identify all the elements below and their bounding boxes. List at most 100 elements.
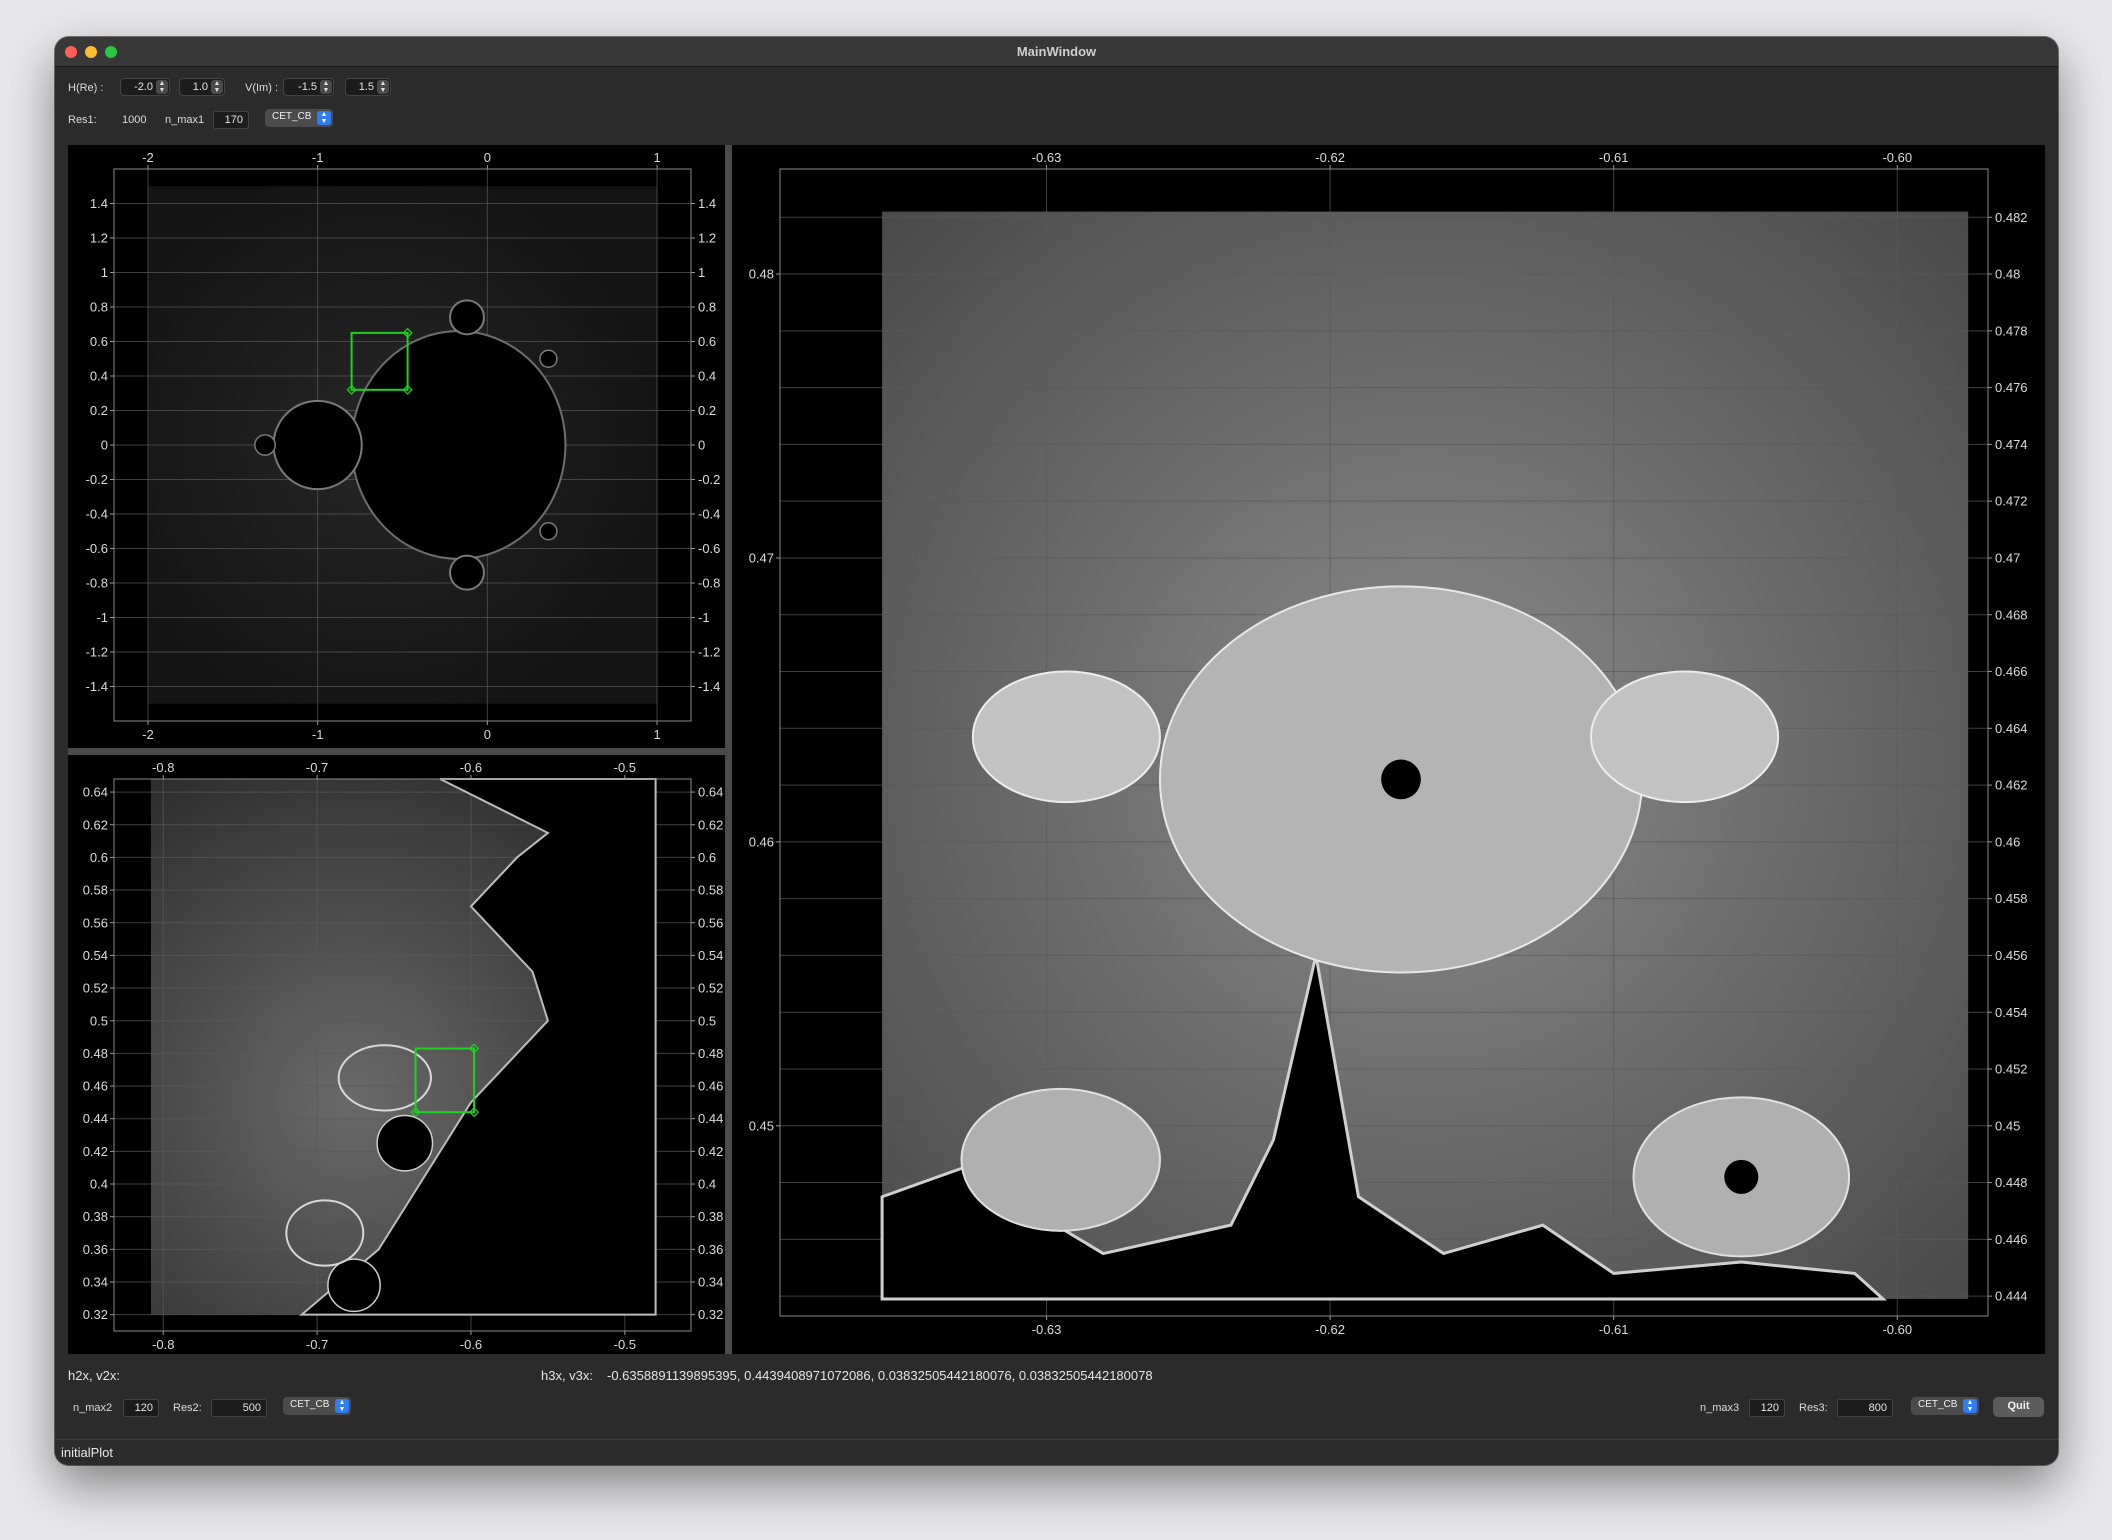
y-tick-label-right: 0.476 (1995, 380, 2028, 395)
y-tick-label-right: 0.8 (698, 300, 716, 315)
zoom1-plot-panel[interactable]: -0.8 -0.8 -0.7 -0.7 -0.6 -0.6 -0.5 -0.5 0.64 0.62… (68, 755, 725, 1354)
y-tick-label-right: 0.54 (698, 948, 723, 963)
v-min-spinbox[interactable]: -1.5 ▲ ▼ (283, 78, 334, 96)
x-tick-label-top: -0.5 (614, 760, 636, 775)
fractal-region (254, 434, 276, 456)
fractal-region (960, 1087, 1161, 1232)
spin-arrows-icon[interactable]: ▲ ▼ (211, 80, 223, 94)
y-tick-label-right: 0.32 (698, 1307, 723, 1322)
y-tick-label-right: 0.4 (698, 1177, 716, 1192)
y-tick-label-left: -0.6 (86, 541, 108, 556)
y-tick-label-right: 0.482 (1995, 210, 2028, 225)
h-max-spinbox[interactable]: 1.0 ▲ ▼ (179, 78, 225, 96)
y-tick-label-right: 0.2 (698, 403, 716, 418)
y-tick-label-right: 0.62 (698, 817, 723, 832)
y-tick-label-right: 0.446 (1995, 1232, 2028, 1247)
x-tick-label-top: -2 (142, 150, 154, 165)
zoom2-plot-panel[interactable]: -0.63 -0.63 -0.62 -0.62 -0.61 -0.61 -0.60 -0.60… (732, 145, 2045, 1354)
main-window: MainWindow H(Re) : -2.0 ▲ ▼ 1.0 ▲ ▼ V(Im) … (55, 37, 2058, 1465)
y-tick-label-left: 0.34 (83, 1275, 108, 1290)
v-range-label: V(Im) : (245, 82, 278, 94)
x-tick-label-bottom: -0.63 (1032, 1322, 1062, 1337)
y-tick-label-right: 1.2 (698, 231, 716, 246)
h-max-value: 1.0 (192, 81, 208, 93)
x-tick-label-bottom: -0.8 (152, 1337, 174, 1352)
y-tick-label-left: 0.6 (90, 850, 108, 865)
spin-arrows-icon[interactable]: ▲ ▼ (320, 80, 332, 94)
x-tick-label-top: -0.6 (460, 760, 482, 775)
y-tick-label-right: 0.36 (698, 1242, 723, 1257)
x-tick-label-bottom: -0.60 (1882, 1322, 1912, 1337)
x-tick-label-bottom: -0.62 (1315, 1322, 1345, 1337)
y-tick-label-left: 0 (101, 438, 108, 453)
h-min-spinbox[interactable]: -2.0 ▲ ▼ (120, 78, 170, 96)
y-tick-label-right: -0.2 (698, 472, 720, 487)
mandelbrot-zoom2-plot[interactable]: -0.63 -0.63 -0.62 -0.62 -0.61 -0.61 -0.60 -0.60… (732, 145, 2045, 1354)
y-tick-label-right: 0.462 (1995, 778, 2028, 793)
res2-label: Res2: (173, 1402, 202, 1414)
y-tick-label-left: 1.4 (90, 196, 108, 211)
colormap2-value: CET_CB (290, 1399, 330, 1410)
chevron-updown-icon: ▲ ▼ (317, 111, 331, 125)
y-tick-label-left: 0.52 (83, 981, 108, 996)
chevron-updown-icon: ▲ ▼ (1963, 1399, 1977, 1413)
y-tick-label-right: 0.44 (698, 1111, 723, 1126)
y-tick-label-left: 1.2 (90, 231, 108, 246)
mandelbrot-zoom1-plot[interactable]: -0.8 -0.8 -0.7 -0.7 -0.6 -0.6 -0.5 -0.5 0.64 0.62… (68, 755, 725, 1354)
y-tick-label-right: 0.38 (698, 1209, 723, 1224)
chevron-updown-icon: ▲ ▼ (335, 1399, 349, 1413)
fractal-region (449, 554, 485, 591)
y-tick-label-right: 0.34 (698, 1275, 723, 1290)
y-tick-label-right: -0.6 (698, 541, 720, 556)
y-tick-label-right: 0.46 (1995, 834, 2020, 849)
y-tick-label-left: 0.2 (90, 403, 108, 418)
colormap2-select[interactable]: CET_CB ▲ ▼ (283, 1397, 351, 1415)
y-tick-label-left: 1 (101, 265, 108, 280)
y-tick-label-right: 0.42 (698, 1144, 723, 1159)
x-tick-label-top: -0.61 (1599, 150, 1629, 165)
y-tick-label-left: 0.64 (83, 785, 108, 800)
y-tick-label-right: -0.4 (698, 507, 720, 522)
y-tick-label-right: 0.47 (1995, 551, 2020, 566)
spin-arrows-icon[interactable]: ▲ ▼ (156, 80, 168, 94)
x-tick-label-top: 1 (653, 150, 660, 165)
nmax2-label: n_max2 (73, 1402, 113, 1414)
quit-button[interactable]: Quit (1993, 1397, 2044, 1417)
fractal-region (539, 349, 558, 368)
y-tick-label-right: 0.64 (698, 785, 723, 800)
colormap1-value: CET_CB (272, 111, 312, 122)
colormap1-select[interactable]: CET_CB ▲ ▼ (265, 109, 333, 127)
nmax1-input[interactable]: 170 (213, 111, 249, 129)
mandelbrot-overview-plot[interactable]: -2 -2 -1 -1 0 0 1 1 1.4 1.2 1 0.8 0.6 0.4 0.2 0 -0.2 -0.4… (68, 145, 725, 748)
y-tick-label-right: 0.45 (1995, 1118, 2020, 1133)
fractal-region (1590, 670, 1780, 804)
y-tick-label-right: 0.56 (698, 915, 723, 930)
nmax3-input[interactable]: 120 (1749, 1399, 1785, 1417)
fractal-region (539, 522, 558, 541)
nmax2-input[interactable]: 120 (123, 1399, 159, 1417)
fractal-region (1381, 759, 1421, 800)
h-range-label: H(Re) : (68, 82, 104, 94)
y-tick-label-right: 0.478 (1995, 323, 2028, 338)
y-tick-label-right: 0.48 (698, 1046, 723, 1061)
y-tick-label-right: 0.458 (1995, 891, 2028, 906)
res2-input[interactable]: 500 (211, 1399, 267, 1417)
y-tick-label-left: -1 (96, 610, 108, 625)
y-tick-label-right: 0.472 (1995, 494, 2028, 509)
colormap3-select[interactable]: CET_CB ▲ ▼ (1911, 1397, 1979, 1415)
status-bar: initialPlot (55, 1439, 2058, 1465)
vertical-splitter[interactable] (725, 145, 732, 1354)
x-tick-label-bottom: -0.6 (460, 1337, 482, 1352)
horizontal-splitter[interactable] (68, 748, 725, 755)
y-tick-label-right: 0.468 (1995, 607, 2028, 622)
v-max-spinbox[interactable]: 1.5 ▲ ▼ (345, 78, 391, 96)
y-tick-label-left: 0.8 (90, 300, 108, 315)
fractal-region (1724, 1159, 1759, 1194)
h-min-value: -2.0 (134, 81, 153, 93)
y-tick-label-left: 0.54 (83, 948, 108, 963)
nmax3-label: n_max3 (1700, 1402, 1740, 1414)
spin-arrows-icon[interactable]: ▲ ▼ (377, 80, 389, 94)
res3-input[interactable]: 800 (1837, 1399, 1893, 1417)
y-tick-label-right: -0.8 (698, 576, 720, 591)
overview-plot-panel[interactable]: -2 -2 -1 -1 0 0 1 1 1.4 1.2 1 0.8 0.6 0.4 0.2 0 -0.2 -0.4… (68, 145, 725, 748)
